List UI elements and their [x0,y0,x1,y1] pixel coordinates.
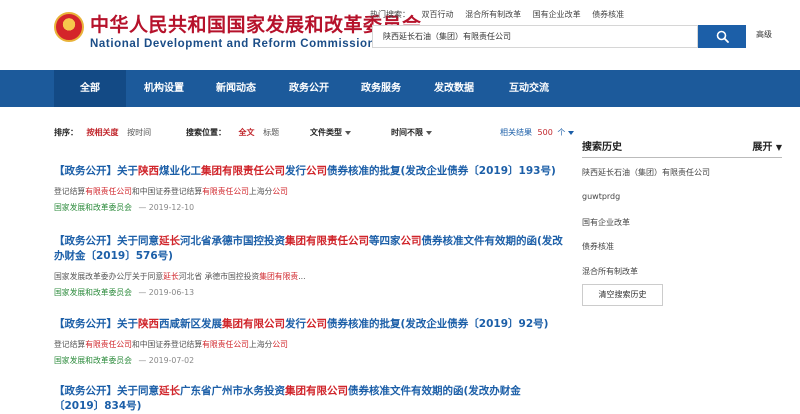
hot-search-bar: 热门搜索： 双百行动 混合所有制改革 国有企业改革 债券核准 [370,9,633,20]
search-result: 【政务公开】关于同意延长广东省广州市水务投资集团有限公司债券核准文件有效期的函(… [54,384,564,414]
result-count-number: 500 [537,128,553,137]
nav-item-organization[interactable]: 机构设置 [130,70,198,107]
search-history-header: 搜索历史 展开 ▼ [582,138,782,158]
nav-item-data[interactable]: 发改数据 [420,70,488,107]
result-snippet: 国家发展改革委办公厅关于同意延长河北省 承德市国控投资集团有限责... [54,272,306,281]
filetype-label: 文件类型 [310,128,342,137]
clear-history-button[interactable]: 清空搜索历史 [582,284,663,306]
history-item[interactable]: 陕西延长石油（集团）有限责任公司 [582,167,710,178]
result-snippet: 登记结算有限责任公司和中国证券登记结算有限责任公司上海分公司 [54,187,288,196]
search-result: 【政务公开】关于陕西西咸新区发展集团有限公司发行公司债券核准的批复(发改企业债券… [54,317,564,366]
result-meta: 国家发展和改革委员会 — 2019-12-10 [54,202,564,213]
site-header: 中华人民共和国国家发展和改革委员会 National Development a… [0,0,800,70]
sort-time-option[interactable]: 按时间 [127,128,151,137]
nav-item-public-affairs[interactable]: 政务公开 [275,70,343,107]
position-filter: 搜索位置： 全文 标题 [186,127,279,138]
result-date: — 2019-06-13 [138,288,195,297]
position-fulltext-option[interactable]: 全文 [239,128,255,137]
result-title-link[interactable]: 【政务公开】关于陕西煤业化工集团有限责任公司发行公司债券核准的批复(发改企业债券… [54,164,564,179]
chevron-down-icon [345,130,351,135]
nav-item-all[interactable]: 全部 [54,70,126,107]
national-emblem-icon [54,12,84,42]
result-count: 相关结果 500 个 [500,127,575,138]
hot-search-link[interactable]: 国有企业改革 [533,10,581,19]
time-label: 时间不限 [391,128,423,137]
hot-search-link[interactable]: 债券核准 [592,10,624,19]
main-nav: 全部 机构设置 新闻动态 政务公开 政务服务 发改数据 互动交流 [0,70,800,107]
result-date: — 2019-12-10 [138,203,195,212]
position-label: 搜索位置： [186,128,226,137]
nav-item-interaction[interactable]: 互动交流 [492,70,566,107]
history-item[interactable]: 国有企业改革 [582,217,630,228]
history-item[interactable]: 债券核准 [582,241,614,252]
result-date: — 2019-07-02 [138,356,195,365]
result-source[interactable]: 国家发展和改革委员会 [54,356,132,365]
search-button[interactable] [698,25,746,48]
history-item[interactable]: 混合所有制改革 [582,266,638,277]
chevron-down-icon: ▼ [775,143,782,152]
nav-item-services[interactable]: 政务服务 [347,70,415,107]
result-title-link[interactable]: 【政务公开】关于陕西西咸新区发展集团有限公司发行公司债券核准的批复(发改企业债券… [54,317,564,332]
hot-search-link[interactable]: 双百行动 [422,10,454,19]
search-history-title: 搜索历史 [582,142,622,153]
sort-relevance-option[interactable]: 按相关度 [87,128,119,137]
result-meta: 国家发展和改革委员会 — 2019-07-02 [54,355,564,366]
history-item[interactable]: guwtprdg [582,192,620,201]
position-title-option[interactable]: 标题 [263,128,279,137]
chevron-down-icon [568,130,575,135]
search-icon [716,30,729,43]
sort-filter: 排序： 按相关度 按时间 [54,127,151,138]
site-subtitle: National Development and Reform Commissi… [90,38,376,50]
chevron-down-icon [426,130,432,135]
search-input[interactable]: 陕西延长石油（集团）有限责任公司 [372,25,698,48]
result-title-link[interactable]: 【政务公开】关于同意延长河北省承德市国控投资集团有限责任公司等四家公司债券核准文… [54,234,564,264]
filetype-dropdown[interactable]: 文件类型 [310,127,351,138]
result-snippet: 登记结算有限责任公司和中国证券登记结算有限责任公司上海分公司 [54,340,288,349]
time-dropdown[interactable]: 时间不限 [391,127,432,138]
nav-item-news[interactable]: 新闻动态 [202,70,270,107]
result-source[interactable]: 国家发展和改革委员会 [54,203,132,212]
hot-search-label: 热门搜索： [370,10,410,19]
result-source[interactable]: 国家发展和改革委员会 [54,288,132,297]
search-result: 【政务公开】关于同意延长河北省承德市国控投资集团有限责任公司等四家公司债券核准文… [54,234,564,298]
result-meta: 国家发展和改革委员会 — 2019-06-13 [54,287,564,298]
hot-search-link[interactable]: 混合所有制改革 [465,10,521,19]
sort-label: 排序： [54,128,78,137]
advanced-search-link[interactable]: 高级 [756,29,772,40]
expand-button[interactable]: 展开 ▼ [752,138,782,153]
search-result: 【政务公开】关于陕西煤业化工集团有限责任公司发行公司债券核准的批复(发改企业债券… [54,164,564,213]
result-title-link[interactable]: 【政务公开】关于同意延长广东省广州市水务投资集团有限公司债券核准文件有效期的函(… [54,384,564,414]
